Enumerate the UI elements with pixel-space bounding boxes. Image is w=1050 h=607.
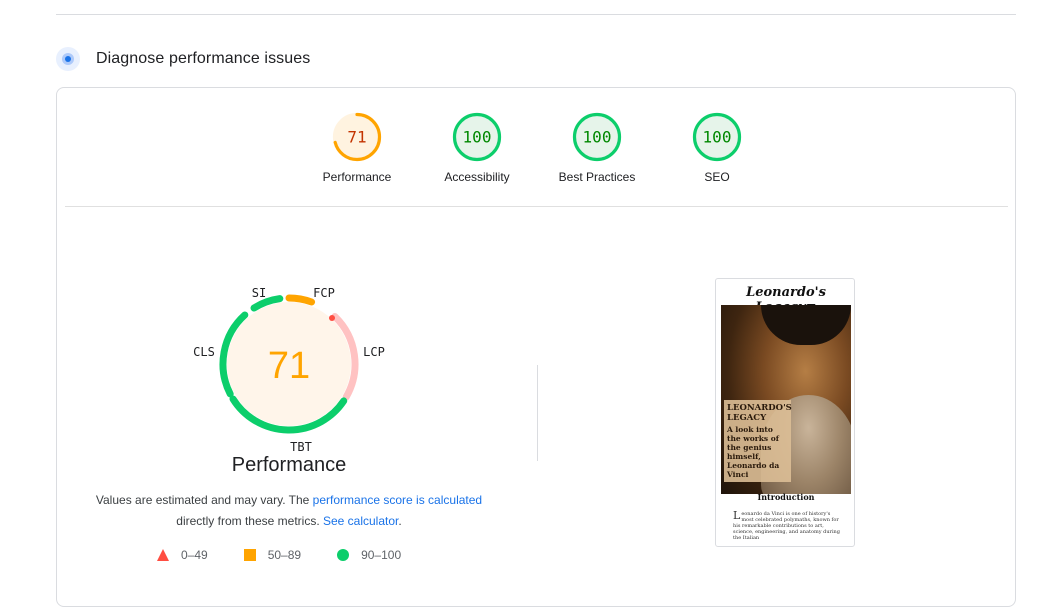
legend-range: 0–49	[181, 548, 208, 562]
gauge-score: 100	[583, 128, 612, 147]
description-end: .	[398, 514, 402, 528]
section-divider	[65, 206, 1008, 207]
metric-label-lcp: LCP	[363, 345, 385, 359]
gauge-best-practices[interactable]: 100 Best Practices	[537, 112, 657, 184]
body-text: eonardo da Vinci is one of history's mos…	[733, 511, 840, 541]
gauge-ring: 100	[572, 112, 622, 162]
see-calculator-link[interactable]: See calculator	[323, 514, 398, 528]
gauge-label: Performance	[322, 170, 392, 184]
score-legend: 0–49 50–89 90–100	[157, 548, 437, 562]
screenshot-hero-image: LEONARDO'S LEGACY A look into the works …	[721, 305, 851, 494]
screenshot-body-text: Leonardo da Vinci is one of history's mo…	[733, 509, 841, 541]
performance-big-score: 71	[268, 345, 310, 387]
legend-average: 50–89	[243, 548, 302, 562]
gauge-label: Accessibility	[444, 170, 510, 184]
gauge-ring: 100	[452, 112, 502, 162]
metric-label-si: SI	[252, 286, 266, 300]
square-icon	[243, 549, 256, 561]
score-description: Values are estimated and may vary. The p…	[87, 490, 491, 532]
gauge-score: 100	[703, 128, 732, 147]
legend-fail: 0–49	[157, 548, 208, 562]
metric-arc-fcp	[285, 294, 316, 306]
gauge-label: SEO	[704, 170, 730, 184]
gauge-ring: 100	[692, 112, 742, 162]
overlay-title: LEONARDO'S LEGACY	[727, 403, 792, 423]
triangle-icon	[157, 549, 169, 561]
gauge-ring: 71	[332, 112, 382, 162]
screenshot-intro-heading: Introduction	[757, 492, 815, 502]
gauge-seo[interactable]: 100 SEO	[657, 112, 777, 184]
gauge-performance[interactable]: 71 Performance	[297, 112, 417, 184]
vertical-divider	[537, 365, 538, 461]
gauge-score: 100	[463, 128, 492, 147]
page-screenshot-thumbnail[interactable]: Leonardo's Legacy≡ LEONARDO'S LEGACY A l…	[715, 278, 855, 547]
overlay-subtitle: A look into the works of the genius hims…	[727, 425, 780, 479]
metric-label-cls: CLS	[193, 345, 215, 359]
description-text: Values are estimated and may vary. The	[95, 493, 313, 507]
metric-label-fcp: FCP	[313, 286, 335, 300]
circle-icon	[337, 549, 350, 561]
gauge-label: Best Practices	[558, 170, 636, 184]
performance-metric-gauge: SI FCP LCP TBT CLS 71	[193, 286, 385, 454]
legend-range: 50–89	[267, 548, 302, 562]
score-calculated-link[interactable]: performance score is calculated	[313, 493, 482, 507]
metric-label-tbt: TBT	[290, 440, 312, 454]
portrait-hat	[761, 305, 851, 345]
screenshot-overlay: LEONARDO'S LEGACY A look into the works …	[724, 400, 792, 482]
report-card: 71 Performance 100 Accessibility 100 Bes…	[56, 87, 1016, 607]
gauge-accessibility[interactable]: 100 Accessibility	[417, 112, 537, 184]
legend-pass: 90–100	[337, 548, 401, 562]
gauge-score: 71	[347, 128, 366, 147]
legend-range: 90–100	[361, 548, 402, 562]
section-header: Diagnose performance issues	[56, 46, 310, 72]
description-text-2: directly from these metrics.	[176, 514, 323, 528]
lcp-marker	[329, 315, 335, 321]
performance-title: Performance	[231, 454, 347, 476]
section-title: Diagnose performance issues	[96, 50, 311, 67]
drop-cap: L	[733, 509, 741, 522]
top-divider	[56, 14, 1016, 15]
performance-icon	[56, 47, 80, 71]
category-gauges: 71 Performance 100 Accessibility 100 Bes…	[57, 88, 1017, 206]
